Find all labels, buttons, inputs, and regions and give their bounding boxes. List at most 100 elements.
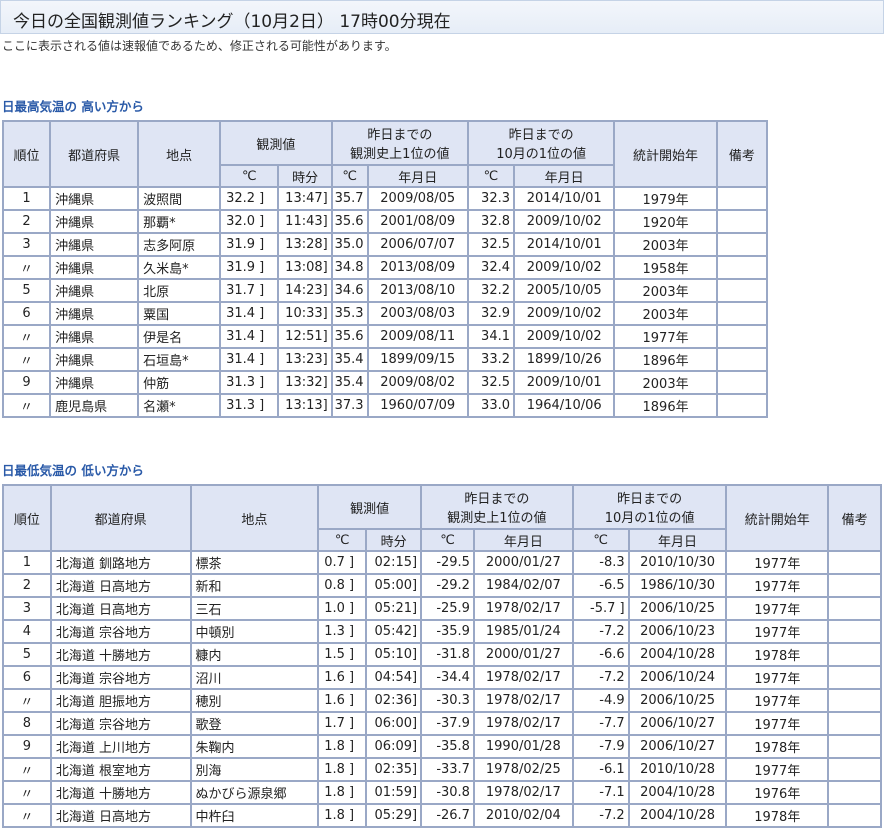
observed-time-cell: 05:29] [365,803,423,828]
prefecture-cell: 北海道 宗谷地方 [49,619,192,644]
record-date-cell: 1899/09/15 [366,347,469,372]
observed-value-cell: 31.9 ] [219,255,280,280]
month-record-value-cell: -6.1 [571,757,630,782]
place-cell: 粟国 [137,301,222,326]
place-cell: 三石 [189,596,320,621]
table-row: 〃北海道 日高地方 中杵臼 1.8 ] 05:29] -26.7 2010/02/04 -7… [2,803,882,828]
remarks-cell [715,209,769,234]
table-row: 〃沖縄県 石垣島* 31.4 ] 13:23] 35.4 1899/09/15 33.2 18… [1,347,769,372]
start-year-cell: 1977年 [725,688,830,713]
table-row: 2 北海道 日高地方 新和 0.8 ] 05:00] -29.2 1984/02/07 -6.… [2,573,882,598]
start-year-cell: 1977年 [725,711,830,736]
header-month-line2: 10月の1位の値 [496,147,587,162]
header-record: 昨日までの 観測史上1位の値 [420,484,574,530]
header-celsius: ℃ [317,528,368,552]
month-record-value-cell: -7.7 [571,711,630,736]
remarks-cell [827,619,882,644]
month-record-date-cell: 2009/10/02 [512,255,616,280]
record-date-cell: 2000/01/27 [472,642,574,667]
remarks-cell [715,370,769,395]
start-year-cell: 1977年 [725,619,830,644]
record-value-cell: -31.8 [420,642,475,667]
place-cell: 波照間 [137,186,222,211]
prefecture-cell: 北海道 宗谷地方 [49,711,192,736]
record-value-cell: -29.2 [420,573,475,598]
observed-value-cell: 31.3 ] [219,393,280,418]
month-record-value-cell: 33.2 [466,347,516,372]
record-value-cell: -37.9 [420,711,475,736]
record-value-cell: -30.8 [420,780,475,805]
header-prefecture: 都道府県 [49,120,140,188]
observed-time-cell: 13:28] [277,232,333,257]
observed-value-cell: 1.3 ] [317,619,368,644]
month-record-date-cell: 1899/10/26 [512,347,616,372]
record-value-cell: -35.9 [420,619,475,644]
record-value-cell: 35.6 [330,209,369,234]
record-date-cell: 2006/07/07 [366,232,469,257]
month-record-date-cell: 2004/10/28 [627,780,728,805]
observed-value-cell: 1.8 ] [317,780,368,805]
start-year-cell: 1978年 [725,642,830,667]
remarks-cell [715,186,769,211]
record-value-cell: 35.3 [330,301,369,326]
prefecture-cell: 北海道 胆振地方 [49,688,192,713]
table-row: 〃沖縄県 伊是名 31.4 ] 12:51] 35.6 2009/08/11 34.1 200… [1,324,769,349]
prefecture-cell: 沖縄県 [49,255,140,280]
month-record-date-cell: 2006/10/27 [627,734,728,759]
record-date-cell: 1990/01/28 [472,734,574,759]
table-row: 1 北海道 釧路地方 標茶 0.7 ] 02:15] -29.5 2000/01/27 -8.… [2,550,882,575]
observed-value-cell: 1.7 ] [317,711,368,736]
table-row: 9 北海道 上川地方 朱鞠内 1.8 ] 06:09] -35.8 1990/01/28 -7… [2,734,882,759]
observed-time-cell: 13:47] [277,186,333,211]
header-time: 時分 [365,528,423,552]
header-date: 年月日 [472,528,574,552]
rank-cell: 6 [2,665,52,690]
prefecture-cell: 沖縄県 [49,301,140,326]
header-remarks: 備考 [827,484,882,552]
rank-cell: 〃 [1,255,52,280]
place-cell: 中頓別 [189,619,320,644]
table-row: 9 沖縄県 仲筋 31.3 ] 13:32] 35.4 2009/08/02 32.5 2009… [1,370,769,395]
start-year-cell: 1920年 [613,209,718,234]
start-year-cell: 1896年 [613,393,718,418]
header-observed: 観測値 [219,120,333,166]
prefecture-cell: 沖縄県 [49,278,140,303]
remarks-cell [827,803,882,828]
start-year-cell: 1977年 [725,757,830,782]
month-record-date-cell: 2010/10/28 [627,757,728,782]
start-year-cell: 2003年 [613,301,718,326]
observed-time-cell: 13:08] [277,255,333,280]
month-record-date-cell: 2005/10/05 [512,278,616,303]
remarks-cell [827,734,882,759]
observed-time-cell: 13:23] [277,347,333,372]
header-celsius: ℃ [466,164,516,188]
record-date-cell: 1985/01/24 [472,619,574,644]
observed-time-cell: 11:43] [277,209,333,234]
place-cell: 朱鞠内 [189,734,320,759]
record-date-cell: 2003/08/03 [366,301,469,326]
header-month-record: 昨日までの 10月の1位の値 [466,120,616,166]
header-record-line2: 観測史上1位の値 [447,511,547,526]
record-date-cell: 2010/02/04 [472,803,574,828]
observed-time-cell: 06:09] [365,734,423,759]
record-date-cell: 1978/02/25 [472,757,574,782]
header-place: 地点 [189,484,320,552]
rank-cell: 〃 [1,324,52,349]
place-cell: 石垣島* [137,347,222,372]
prefecture-cell: 沖縄県 [49,370,140,395]
remarks-cell [827,757,882,782]
header-record: 昨日までの 観測史上1位の値 [330,120,469,166]
month-record-value-cell: -8.3 [571,550,630,575]
observed-value-cell: 31.4 ] [219,347,280,372]
record-date-cell: 2013/08/10 [366,278,469,303]
header-record-line2: 観測史上1位の値 [350,147,450,162]
remarks-cell [827,573,882,598]
month-record-value-cell: -5.7 ] [571,596,630,621]
start-year-cell: 1977年 [725,573,830,598]
place-cell: 仲筋 [137,370,222,395]
month-record-date-cell: 2006/10/27 [627,711,728,736]
record-date-cell: 1978/02/17 [472,596,574,621]
prefecture-cell: 北海道 宗谷地方 [49,665,192,690]
rank-cell: 〃 [2,780,52,805]
rank-cell: 5 [1,278,52,303]
